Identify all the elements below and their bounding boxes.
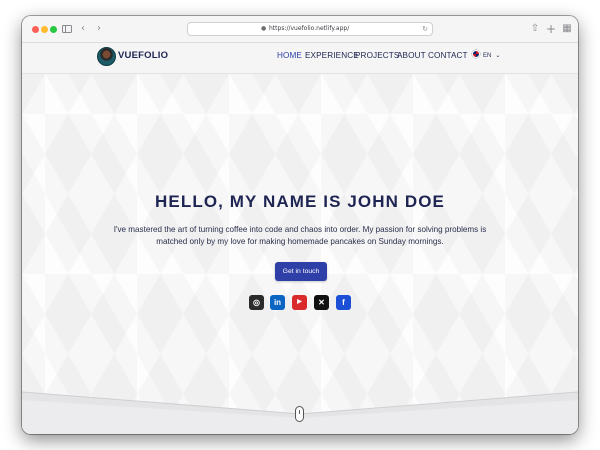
brand-logo-text[interactable]: VUEFOLIO [118,49,168,63]
get-in-touch-button[interactable]: Get in touch [275,262,327,281]
reload-icon[interactable]: ↻ [422,23,428,35]
nav-item-about[interactable]: ABOUT [397,49,426,63]
plus-icon[interactable]: + [546,22,556,36]
lock-icon: ● [261,25,267,32]
nav-item-contact[interactable]: CONTACT [428,49,468,63]
url-text[interactable]: https://vuefolio.netlify.app/ [269,23,349,35]
uk-flag-icon [472,50,480,58]
language-selector[interactable]: EN ⌄ [472,49,500,63]
zoom-window-button[interactable] [50,26,57,33]
close-window-button[interactable] [32,26,39,33]
chevron-left-icon[interactable]: ‹ [78,22,88,36]
hero-description: I've mastered the art of turning coffee … [113,225,487,246]
avatar[interactable] [97,47,116,66]
chevron-right-icon[interactable]: › [94,22,104,36]
share-icon[interactable]: ⇧ [530,22,540,36]
minimize-window-button[interactable] [41,26,48,33]
github-icon[interactable]: ◎ [249,295,264,310]
hero-title: HELLO, MY NAME IS JOHN DOE [155,192,445,211]
browser-toolbar: ‹ › ● https://vuefolio.netlify.app/ ↻ ⇧ … [22,16,578,43]
chevron-down-icon: ⌄ [495,53,501,59]
nav-item-experience[interactable]: EXPERIENCE [305,49,359,63]
language-label: EN [483,53,492,59]
nav-item-home[interactable]: HOME [277,49,302,63]
nav-item-projects[interactable]: PROJECTS [355,49,399,63]
site-header: VUEFOLIO HOME EXPERIENCE PROJECTS ABOUT … [22,43,578,74]
facebook-icon[interactable]: f [336,295,351,310]
hero-section: HELLO, MY NAME IS JOHN DOE I've mastered… [22,74,578,434]
tab-overview-icon[interactable]: ▦ [562,22,572,36]
browser-window: ‹ › ● https://vuefolio.netlify.app/ ↻ ⇧ … [22,16,578,434]
x-icon[interactable]: ✕ [314,295,329,310]
scroll-down-indicator[interactable] [295,406,304,422]
youtube-icon[interactable]: ▶ [292,295,307,310]
linkedin-icon[interactable]: in [270,295,285,310]
sidebar-toggle-icon[interactable] [62,25,72,33]
address-bar[interactable]: ● https://vuefolio.netlify.app/ ↻ [187,22,433,36]
